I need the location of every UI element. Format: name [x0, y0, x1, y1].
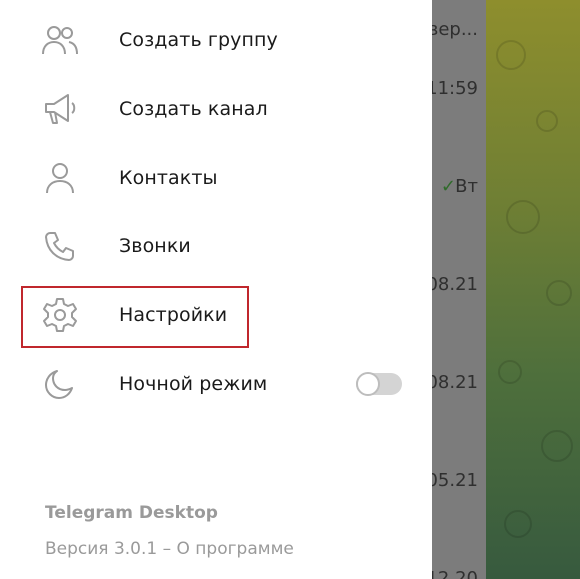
group-icon	[40, 20, 80, 60]
menu-item-label: Создать канал	[119, 98, 268, 120]
menu-item-create-group[interactable]: Создать группу	[0, 6, 432, 74]
version-separator: –	[157, 539, 177, 559]
version-text: Версия 3.0.1	[45, 539, 158, 559]
menu-item-label: Создать группу	[119, 29, 278, 51]
chat-wallpaper	[486, 0, 580, 579]
phone-icon	[40, 226, 80, 266]
toggle-knob	[356, 372, 380, 396]
settings-highlight-frame	[21, 286, 249, 348]
contact-icon	[40, 158, 80, 198]
megaphone-icon	[40, 89, 80, 129]
night-mode-toggle[interactable]	[356, 372, 402, 396]
about-link[interactable]: О программе	[177, 539, 294, 559]
menu-item-contacts[interactable]: Контакты	[0, 144, 432, 212]
menu-item-calls[interactable]: Звонки	[0, 212, 432, 280]
app-name: Telegram Desktop	[45, 503, 218, 523]
version-info: Версия 3.0.1 – О программе	[45, 539, 294, 559]
menu-item-create-channel[interactable]: Создать канал	[0, 75, 432, 143]
read-check-icon: ✓	[440, 176, 456, 197]
telegram-window: вер... 11:59 ✓ Вт 08.21 08.21 05.21 12.2…	[0, 0, 580, 579]
menu-item-label: Контакты	[119, 167, 218, 189]
menu-item-label: Ночной режим	[119, 373, 268, 395]
side-menu-drawer: Создать группу Создать канал Контакты Зв…	[0, 0, 432, 579]
menu-item-label: Звонки	[119, 235, 191, 257]
moon-icon	[40, 364, 80, 404]
